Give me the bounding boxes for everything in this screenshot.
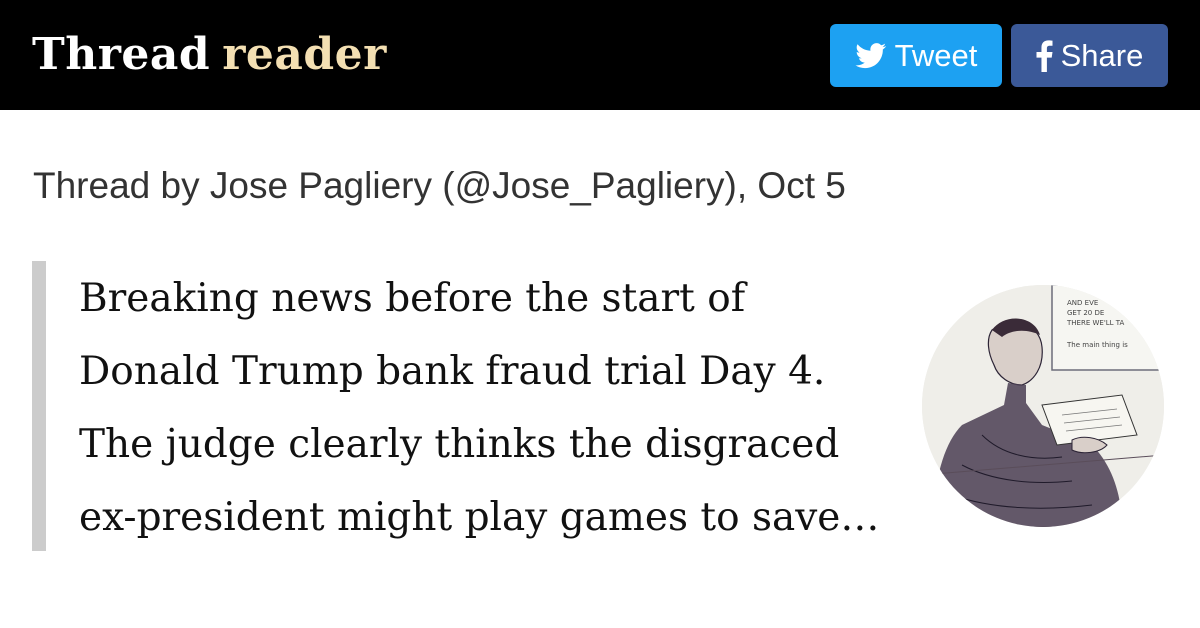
threadreader-logo[interactable]: Thread reader <box>32 24 387 86</box>
sketch-text-line: THERE WE'LL TA <box>1066 319 1125 327</box>
tweet-button[interactable]: Tweet <box>830 24 1002 87</box>
tweet-button-label: Tweet <box>894 37 978 73</box>
author-avatar: AND EVE GET 20 DE THERE WE'LL TA The mai… <box>922 285 1164 527</box>
twitter-bird-icon <box>855 42 887 69</box>
thread-byline: Thread by Jose Pagliery (@Jose_Pagliery)… <box>33 165 846 206</box>
header-bar: Thread reader Tweet Share <box>0 0 1200 110</box>
courtroom-sketch-image: AND EVE GET 20 DE THERE WE'LL TA The mai… <box>922 285 1164 527</box>
facebook-f-icon <box>1036 39 1053 72</box>
sketch-text-line: The main thing is <box>1066 341 1128 349</box>
logo-word-reader: reader <box>222 29 387 80</box>
thread-text[interactable]: Breaking news before the start of Donald… <box>79 262 899 554</box>
share-button[interactable]: Share <box>1011 24 1168 87</box>
sketch-text-line: GET 20 DE <box>1067 309 1104 317</box>
logo-word-thread: Thread <box>32 29 211 80</box>
sketch-text-line: AND EVE <box>1067 299 1098 307</box>
quote-border <box>32 261 46 551</box>
share-button-label: Share <box>1060 37 1144 73</box>
